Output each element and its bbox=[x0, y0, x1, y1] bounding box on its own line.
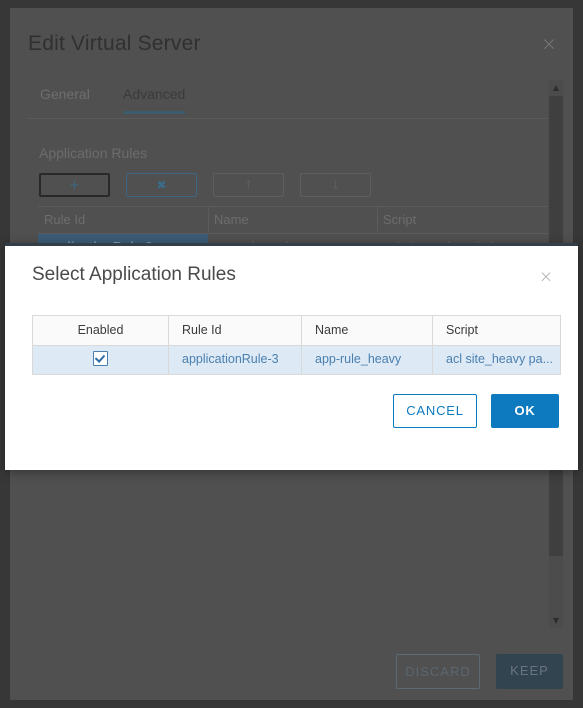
cancel-button[interactable]: CANCEL bbox=[393, 394, 477, 428]
column-header-name: Name bbox=[214, 212, 249, 227]
dialog-title: Select Application Rules bbox=[32, 264, 236, 285]
close-icon[interactable]: × bbox=[539, 34, 559, 54]
move-down-button[interactable]: ↓ bbox=[300, 173, 371, 197]
column-script: Script bbox=[432, 316, 560, 345]
tab-general[interactable]: General bbox=[40, 86, 90, 111]
add-rule-button[interactable]: + bbox=[39, 173, 110, 197]
column-header-script: Script bbox=[446, 323, 478, 337]
column-header-name: Name bbox=[315, 323, 349, 337]
column-header-script: Script bbox=[383, 212, 417, 227]
row-enabled-checkbox[interactable] bbox=[93, 351, 108, 367]
ok-button[interactable]: OK bbox=[491, 394, 559, 428]
cell-rule-id: applicationRule-3 bbox=[182, 352, 279, 366]
scroll-up-arrow-icon[interactable]: ▲ bbox=[550, 83, 562, 93]
table-header-row: Rule Id Name Script bbox=[38, 206, 548, 234]
cell-script-wrap: acl site_heavy pa... bbox=[432, 346, 560, 374]
table-header-row: Enabled Rule Id Name Script bbox=[33, 316, 560, 346]
rules-selection-table: Enabled Rule Id Name Script applicationR… bbox=[32, 315, 561, 375]
remove-rule-button[interactable]: ✖ bbox=[126, 173, 197, 197]
cell-enabled bbox=[33, 346, 168, 374]
column-divider bbox=[377, 207, 378, 233]
tab-advanced[interactable]: Advanced bbox=[123, 86, 186, 114]
discard-button[interactable]: DISCARD bbox=[396, 654, 480, 689]
keep-button[interactable]: KEEP bbox=[496, 654, 563, 689]
move-up-button[interactable]: ↑ bbox=[213, 173, 284, 197]
cell-name-wrap: app-rule_heavy bbox=[301, 346, 432, 374]
column-enabled: Enabled bbox=[33, 316, 168, 345]
cell-rule-id-wrap: applicationRule-3 bbox=[168, 346, 301, 374]
scroll-down-arrow-icon[interactable]: ▼ bbox=[550, 616, 562, 626]
column-header-enabled: Enabled bbox=[77, 323, 124, 337]
column-name: Name bbox=[301, 316, 432, 345]
select-application-rules-dialog: Select Application Rules × Enabled Rule … bbox=[5, 243, 578, 470]
table-row[interactable]: applicationRule-3 app-rule_heavy acl sit… bbox=[33, 346, 560, 374]
cell-name: app-rule_heavy bbox=[315, 352, 402, 366]
close-icon[interactable]: × bbox=[537, 268, 555, 286]
column-rule-id: Rule Id bbox=[168, 316, 301, 345]
application-rules-label: Application Rules bbox=[39, 145, 148, 161]
column-header-rule-id: Rule Id bbox=[44, 212, 86, 227]
tab-bar: General Advanced bbox=[28, 86, 548, 119]
column-divider bbox=[208, 207, 209, 233]
cell-script: acl site_heavy pa... bbox=[446, 352, 554, 366]
page-title: Edit Virtual Server bbox=[28, 32, 201, 55]
column-header-rule-id: Rule Id bbox=[182, 323, 222, 337]
